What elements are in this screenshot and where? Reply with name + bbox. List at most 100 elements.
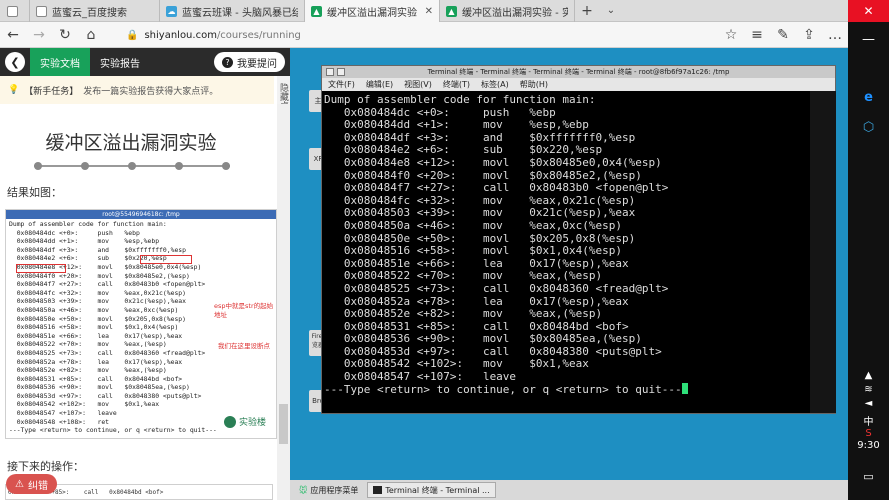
lightbulb-icon: 💡 bbox=[8, 85, 20, 95]
terminal-scrollbar[interactable] bbox=[810, 91, 836, 413]
screenshot-titlebar: root@5549694618c: /tmp bbox=[6, 210, 276, 219]
navigation-bar: ← → ↻ ⌂ 🔒 shiyanlou.com/courses/running … bbox=[0, 22, 848, 48]
clock-time[interactable]: 9:30 bbox=[848, 440, 889, 451]
star-icon[interactable]: ☆ bbox=[718, 22, 744, 48]
terminal-line: 0x080484f7 <+27>: call 0x80483b0 <fopen@… bbox=[324, 181, 669, 195]
close-window-icon[interactable] bbox=[326, 68, 334, 76]
result-label: 结果如图： bbox=[7, 186, 62, 199]
step-dot bbox=[175, 162, 183, 170]
terminal-line: 0x0804850a <+46>: mov %eax,0xc(%esp) bbox=[324, 218, 623, 232]
screenshot-code-line: 0x08048516 <+58>: movl $0x1,0x4(%esp) bbox=[9, 323, 179, 332]
network-icon[interactable]: ▲ bbox=[848, 370, 889, 381]
terminal-titlebar: Terminal 终端 - Terminal 终端 - Terminal 终端 … bbox=[322, 66, 835, 78]
close-tab-icon[interactable]: ✕ bbox=[425, 6, 433, 17]
menu-terminal[interactable]: 终端(T) bbox=[443, 79, 470, 90]
windows-sidebar: ✕ — e ⬡ ▲ ≋ ◄ 中 S 9:30 ▭ bbox=[848, 0, 889, 500]
terminal-line: 0x080484df <+3>: and $0xfffffff0,%esp bbox=[324, 130, 636, 144]
tab-0[interactable] bbox=[0, 0, 30, 22]
ime-language[interactable]: 中 bbox=[848, 412, 889, 428]
ask-question-button[interactable]: ? 我要提问 bbox=[214, 52, 285, 72]
back-circle-icon[interactable]: ❮ bbox=[5, 52, 25, 72]
menu-tabs[interactable]: 标签(A) bbox=[481, 79, 509, 90]
refresh-icon[interactable]: ↻ bbox=[52, 22, 78, 48]
tab-lab-doc[interactable]: 实验文档 bbox=[30, 48, 90, 76]
screenshot-code-line: 0x0804853d <+97>: call 0x8048380 <puts@p… bbox=[9, 391, 202, 400]
ask-label: 我要提问 bbox=[237, 58, 277, 70]
back-arrow-icon[interactable]: ← bbox=[0, 22, 26, 48]
xfce-taskbar: 🐭 应用程序菜单 Terminal 终端 - Terminal ... bbox=[290, 480, 848, 500]
screenshot-code-line: 0x0804852a <+78>: lea 0x17(%esp),%eax bbox=[9, 357, 183, 366]
menu-view[interactable]: 视图(V) bbox=[404, 79, 432, 90]
step-dot bbox=[222, 162, 230, 170]
tab-bankeyun[interactable]: ☁ 蓝蜜云班课 - 头脑风暴已结 bbox=[160, 0, 305, 22]
window-buttons bbox=[326, 68, 345, 76]
store-icon[interactable]: ⬡ bbox=[848, 120, 889, 135]
terminal-line: 0x0804852a <+78>: lea 0x17(%esp),%eax bbox=[324, 294, 629, 308]
highlight-box bbox=[140, 255, 192, 264]
notes-icon[interactable]: ✎ bbox=[770, 22, 796, 48]
taskbar-terminal-label: Terminal 终端 - Terminal ... bbox=[385, 485, 490, 495]
screenshot-code-line: 0x080484df <+3>: and $0xfffffff0,%esp bbox=[9, 245, 186, 254]
tab-title: 蓝蜜云班课 - 头脑风暴已结 bbox=[182, 7, 298, 19]
terminal-line: 0x080484fc <+32>: mov %eax,0x21c(%esp) bbox=[324, 193, 636, 207]
tab-baidu[interactable]: 蓝蜜云_百度搜索 bbox=[30, 0, 160, 22]
lab-icon: ▲ bbox=[446, 5, 457, 17]
step-dot bbox=[81, 162, 89, 170]
remote-desktop: 主 XF Firef 览器 Bro Terminal 终端 - Terminal… bbox=[290, 48, 848, 500]
error-icon: ⚠ bbox=[15, 478, 24, 490]
ime-icon[interactable]: S bbox=[848, 428, 889, 439]
shiyanlou-logo-icon bbox=[223, 415, 236, 428]
menu-help[interactable]: 帮助(H) bbox=[520, 79, 548, 90]
home-icon[interactable]: ⌂ bbox=[78, 22, 104, 48]
tip-tag: 【新手任务】 bbox=[24, 86, 79, 97]
terminal-line: 0x0804850e <+50>: movl $0x205,0x8(%esp) bbox=[324, 231, 636, 245]
terminal-line: 0x08048525 <+73>: call 0x8048360 <fread@… bbox=[324, 281, 669, 295]
screenshot-code-line: 0x08048531 <+85>: call 0x80484bd <bof> bbox=[9, 374, 183, 383]
terminal-line: 0x08048516 <+58>: movl $0x1,0x4(%esp) bbox=[324, 244, 623, 258]
report-error-button[interactable]: ⚠ 纠错 bbox=[6, 474, 57, 494]
new-tab-button[interactable]: + bbox=[575, 0, 599, 21]
screenshot-code: Dump of assembler code for function main… bbox=[6, 219, 276, 436]
tab-title: 蓝蜜云_百度搜索 bbox=[52, 7, 127, 19]
terminal-line: 0x08048503 <+39>: mov 0x21c(%esp),%eax bbox=[324, 206, 636, 220]
tab-list-chevron-icon[interactable]: ⌄ bbox=[599, 0, 623, 21]
screenshot-code-line: 0x08048536 <+90>: movl $0x80485ea,(%esp) bbox=[9, 383, 190, 392]
address-bar[interactable]: 🔒 shiyanlou.com/courses/running bbox=[126, 25, 736, 45]
progress-steps bbox=[34, 162, 230, 170]
terminal-line: 0x080484e2 <+6>: sub $0x220,%esp bbox=[324, 143, 603, 157]
window-close-icon[interactable]: ✕ bbox=[848, 0, 889, 22]
terminal-line: 0x08048536 <+90>: movl $0x80485ea,(%esp) bbox=[324, 332, 642, 346]
taskbar-terminal-item[interactable]: Terminal 终端 - Terminal ... bbox=[367, 482, 496, 498]
minimize-window-icon[interactable] bbox=[337, 68, 345, 76]
edge-icon[interactable]: e bbox=[848, 90, 889, 105]
volume-icon[interactable]: ◄ bbox=[848, 398, 889, 409]
share-icon[interactable]: ⇪ bbox=[796, 22, 822, 48]
screenshot-code-line: 0x0804852e <+82>: mov %eax,(%esp) bbox=[9, 366, 167, 375]
terminal-line: 0x08048522 <+70>: mov %eax,(%esp) bbox=[324, 269, 603, 283]
applications-menu-button[interactable]: 🐭 应用程序菜单 bbox=[294, 482, 363, 498]
file-icon bbox=[7, 5, 18, 17]
tab-lab-active[interactable]: ▲ 缓冲区溢出漏洞实验 - 实 ✕ bbox=[305, 0, 440, 22]
doc-scrollbar[interactable] bbox=[277, 104, 290, 500]
terminal-line: 0x08048542 <+102>: mov $0x1,%eax bbox=[324, 357, 589, 371]
annotation-breakpoint: 我们在这里设断点 bbox=[218, 342, 270, 350]
highlight-box bbox=[16, 264, 66, 273]
wifi-icon[interactable]: ≋ bbox=[848, 384, 889, 395]
menu-edit[interactable]: 编辑(E) bbox=[366, 79, 393, 90]
menu-file[interactable]: 文件(F) bbox=[328, 79, 355, 90]
terminal-line: 0x080484e8 <+12>: movl $0x80485e0,0x4(%e… bbox=[324, 155, 662, 169]
terminal-output[interactable]: Dump of assembler code for function main… bbox=[322, 91, 808, 413]
scrollbar-thumb[interactable] bbox=[279, 404, 288, 444]
more-icon[interactable]: … bbox=[822, 22, 848, 48]
tab-lab-2[interactable]: ▲ 缓冲区溢出漏洞实验 - 实验 bbox=[440, 0, 575, 22]
minimize-icon[interactable]: — bbox=[848, 32, 889, 47]
applications-menu-label: 应用程序菜单 bbox=[310, 485, 359, 495]
terminal-line: 0x0804851e <+66>: lea 0x17(%esp),%eax bbox=[324, 256, 629, 270]
terminal-title: Terminal 终端 - Terminal 终端 - Terminal 终端 … bbox=[427, 68, 730, 76]
forward-arrow-icon[interactable]: → bbox=[26, 22, 52, 48]
notifications-icon[interactable]: ▭ bbox=[848, 470, 889, 483]
reading-list-icon[interactable]: ≡ bbox=[744, 22, 770, 48]
screenshot-code-line: 0x080484fc <+32>: mov %eax,0x21c(%esp) bbox=[9, 288, 186, 297]
terminal-window[interactable]: Terminal 终端 - Terminal 终端 - Terminal 终端 … bbox=[321, 65, 836, 414]
tab-lab-report[interactable]: 实验报告 bbox=[90, 48, 150, 76]
